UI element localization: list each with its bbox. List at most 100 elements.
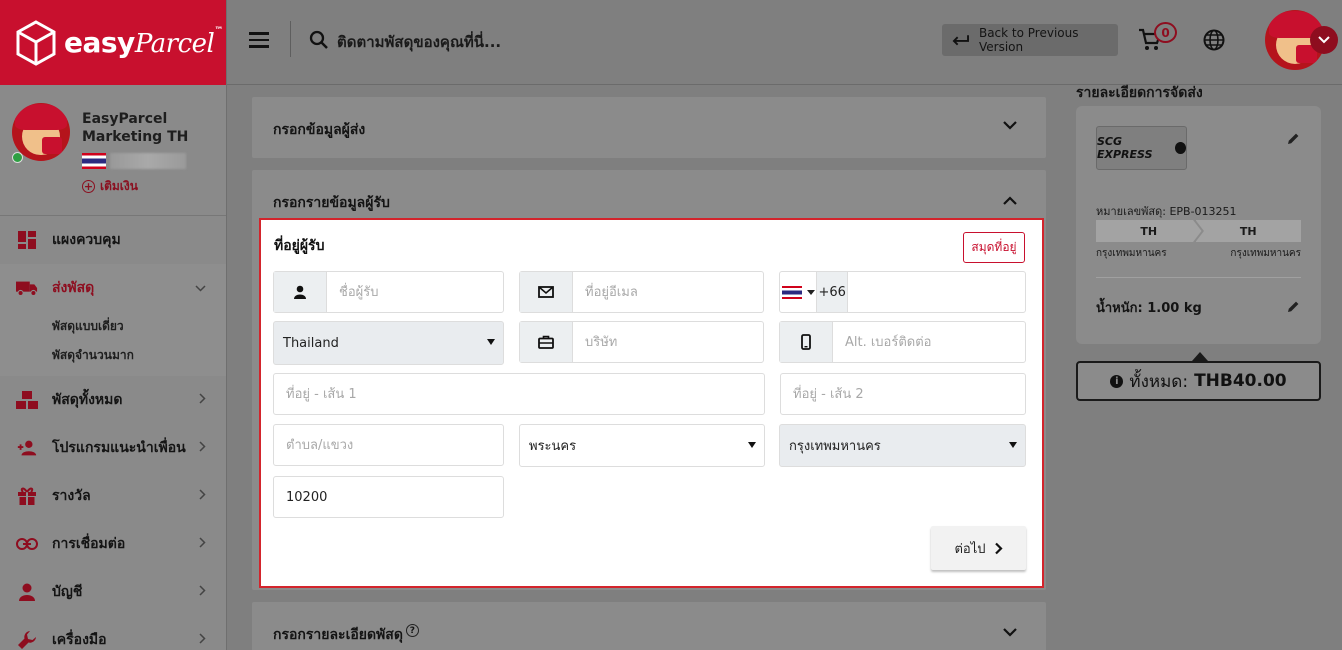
- sender-section[interactable]: กรอกข้อมูลผู้ส่ง: [252, 97, 1046, 158]
- postcode-input[interactable]: [274, 477, 503, 517]
- chevron-right-icon: [199, 584, 206, 600]
- user-icon: [16, 581, 38, 603]
- cart-count-badge: 0: [1154, 22, 1177, 43]
- chevron-down-icon[interactable]: [1310, 26, 1338, 54]
- topup-link[interactable]: + เติมเงิน: [82, 177, 138, 196]
- edit-courier-pencil-icon[interactable]: [1287, 132, 1300, 145]
- phone-country-code: +66: [817, 272, 849, 312]
- tracking-number: หมายเลขพัสดุ: EPB-013251: [1096, 205, 1237, 218]
- divider: [1096, 277, 1301, 278]
- email-field[interactable]: [519, 271, 764, 313]
- address-line1-input[interactable]: [274, 374, 764, 414]
- route-indicator: TH TH: [1096, 220, 1301, 242]
- country-select[interactable]: Thailand: [273, 321, 504, 365]
- sidebar-item-send-parcel[interactable]: ส่งพัสดุ: [0, 264, 226, 312]
- receiver-name-input[interactable]: [327, 272, 503, 312]
- envelope-icon: [520, 272, 573, 312]
- help-icon[interactable]: ?: [405, 624, 419, 637]
- postcode-field[interactable]: [273, 476, 504, 518]
- briefcase-icon: [520, 322, 573, 362]
- globe-language-icon[interactable]: [1203, 29, 1225, 51]
- caret-down-icon: [487, 339, 495, 345]
- route-destination: TH: [1195, 220, 1301, 242]
- add-users-icon: [16, 437, 38, 459]
- phone-country-select[interactable]: [780, 272, 818, 312]
- logo-wordmark: easyParcel™: [64, 26, 223, 59]
- chevron-up-icon[interactable]: [1003, 196, 1017, 205]
- mobile-phone-icon: [780, 322, 833, 362]
- chevron-right-icon: [199, 440, 206, 456]
- header-divider: [290, 21, 291, 57]
- phone-field[interactable]: +66: [779, 271, 1026, 313]
- address-book-button[interactable]: สมุดที่อยู่: [963, 232, 1025, 263]
- sidebar-item-account[interactable]: บัญชี: [0, 568, 226, 616]
- caret-down-icon: [748, 442, 756, 448]
- company-input[interactable]: [573, 322, 763, 362]
- online-status-dot: [12, 152, 23, 163]
- sidebar-item-rewards[interactable]: รางวัล: [0, 472, 226, 520]
- subdistrict-input[interactable]: [274, 425, 503, 465]
- address-line2-field[interactable]: [780, 373, 1026, 415]
- profile-name: EasyParcel Marketing TH: [82, 111, 189, 145]
- hamburger-menu-icon[interactable]: [249, 32, 269, 48]
- brand-logo[interactable]: easyParcel™: [0, 0, 226, 85]
- chevron-down-icon: [1003, 121, 1017, 130]
- dashboard-icon: [16, 229, 38, 251]
- sidebar-item-dashboard[interactable]: แผงควบคุม: [0, 216, 226, 264]
- send-parcel-submenu: พัสดุแบบเดี่ยว พัสดุจำนวนมาก: [0, 312, 226, 376]
- company-field[interactable]: [519, 321, 764, 363]
- email-input[interactable]: [573, 272, 763, 312]
- sidebar-item-tools[interactable]: เครื่องมือ: [0, 616, 226, 650]
- chevron-down-icon: [195, 280, 206, 296]
- next-button[interactable]: ต่อไป: [931, 526, 1026, 570]
- chevron-right-icon: [994, 542, 1003, 554]
- courier-emblem-icon: [1175, 142, 1186, 154]
- sidebar-subitem-bulk[interactable]: พัสดุจำนวนมาก: [0, 341, 226, 370]
- destination-city: กรุงเทพมหานคร: [1230, 248, 1301, 259]
- sidebar-subitem-single[interactable]: พัสดุแบบเดี่ยว: [0, 312, 226, 341]
- top-header: ติดตามพัสดุของคุณที่นี่... Back to Previ…: [227, 0, 1342, 85]
- info-icon: i: [1110, 374, 1124, 388]
- total-price-box[interactable]: i ทั้งหมด: THB40.00: [1076, 361, 1321, 401]
- user-icon: [274, 272, 327, 312]
- back-to-previous-version-button[interactable]: Back to Previous Version: [942, 24, 1118, 56]
- address-line2-input[interactable]: [781, 374, 1025, 414]
- link-icon: [16, 533, 38, 555]
- tracking-search-input[interactable]: ติดตามพัสดุของคุณที่นี่...: [337, 30, 501, 54]
- edit-weight-pencil-icon[interactable]: [1287, 300, 1300, 313]
- sidebar-item-integrations[interactable]: การเชื่อมต่อ: [0, 520, 226, 568]
- thailand-flag-icon: [781, 285, 802, 299]
- parcel-weight: น้ำหนัก: 1.00 kg: [1096, 301, 1202, 316]
- phone-input[interactable]: [848, 272, 1025, 312]
- alt-phone-field[interactable]: [779, 321, 1026, 363]
- chevron-down-icon: [1003, 628, 1017, 637]
- wrench-icon: [16, 629, 38, 650]
- district-select[interactable]: พระนคร: [519, 424, 765, 467]
- account-balance-hidden: [110, 153, 186, 169]
- province-select[interactable]: กรุงเทพมหานคร: [779, 424, 1026, 467]
- address-line1-field[interactable]: [273, 373, 765, 415]
- chevron-right-icon: [199, 488, 206, 504]
- sidebar-item-referral[interactable]: โปรแกรมแนะนำเพื่อน: [0, 424, 226, 472]
- sidebar-item-all-parcels[interactable]: พัสดุทั้งหมด: [0, 376, 226, 424]
- origin-city: กรุงเทพมหานคร: [1096, 248, 1167, 259]
- alt-phone-input[interactable]: [833, 322, 1025, 362]
- boxes-icon: [16, 389, 38, 411]
- shipment-details-title: รายละเอียดการจัดส่ง: [1076, 85, 1203, 101]
- truck-icon: [16, 277, 38, 299]
- receiver-name-field[interactable]: [273, 271, 504, 313]
- caret-down-icon: [1009, 442, 1017, 448]
- plus-circle-icon: +: [82, 180, 95, 193]
- shipment-summary-card: SCG EXPRESS หมายเลขพัสดุ: EPB-013251 TH …: [1076, 106, 1321, 344]
- chevron-right-icon: [199, 392, 206, 408]
- total-pointer: [1192, 352, 1208, 361]
- return-arrow-icon: [952, 35, 969, 46]
- search-icon: [309, 30, 328, 49]
- thailand-flag-icon: [82, 153, 106, 169]
- sidebar-nav: แผงควบคุม ส่งพัสดุ พัสดุแบบเดี่ยว พัสดุจ…: [0, 216, 226, 650]
- chevron-right-icon: [199, 632, 206, 648]
- subdistrict-field[interactable]: [273, 424, 504, 466]
- parcel-details-section[interactable]: กรอกรายละเอียดพัสดุ?: [252, 602, 1046, 650]
- receiver-address-form: ที่อยู่ผู้รับ สมุดที่อยู่ +66 Thailand: [259, 218, 1044, 588]
- chevron-right-icon: [199, 536, 206, 552]
